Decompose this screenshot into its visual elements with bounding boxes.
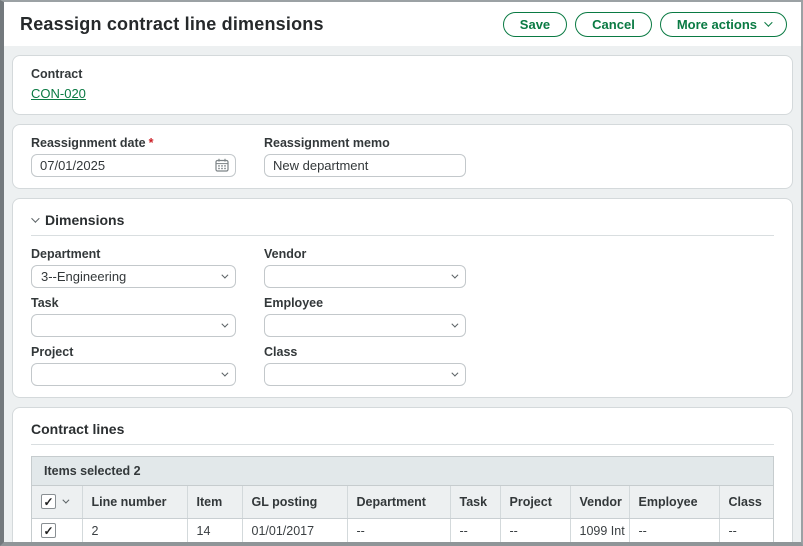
column-header-department[interactable]: Department — [347, 486, 450, 518]
reassignment-date-label: Reassignment date* — [31, 136, 236, 150]
cell-project: -- — [500, 518, 570, 543]
department-select[interactable]: 3--Engineering — [31, 265, 236, 288]
column-header-project[interactable]: Project — [500, 486, 570, 518]
calendar-icon[interactable] — [215, 158, 229, 172]
class-label: Class — [264, 345, 466, 359]
project-field: Project — [31, 345, 236, 386]
chevron-down-icon — [451, 321, 458, 328]
cell-line-number: 2 — [82, 518, 187, 543]
contract-lines-title: Contract lines — [31, 421, 124, 437]
column-header-employee[interactable]: Employee — [629, 486, 719, 518]
cell-gl-posting: 01/01/2017 — [242, 518, 347, 543]
dimensions-card: Dimensions Department 3--Engineering Ven… — [12, 198, 793, 398]
contract-label: Contract — [31, 67, 774, 81]
vendor-label: Vendor — [264, 247, 466, 261]
department-field: Department 3--Engineering — [31, 247, 236, 288]
department-select-value: 3--Engineering — [41, 269, 126, 284]
row-checkbox[interactable]: ✓ — [41, 523, 56, 538]
cancel-button-label: Cancel — [592, 17, 635, 32]
header-actions: Save Cancel More actions — [503, 12, 787, 37]
cell-item: 14 — [187, 518, 242, 543]
reassignment-date-field: Reassignment date* — [31, 136, 236, 177]
more-actions-label: More actions — [677, 17, 757, 32]
collapse-chevron-down-icon[interactable] — [31, 214, 39, 222]
save-button[interactable]: Save — [503, 12, 567, 37]
project-label: Project — [31, 345, 236, 359]
vendor-field: Vendor — [264, 247, 466, 288]
page-content: Contract CON-020 Reassignment date* — [4, 46, 801, 546]
department-label: Department — [31, 247, 236, 261]
chevron-down-icon — [451, 370, 458, 377]
table-row[interactable]: ✓ 2 14 01/01/2017 -- -- -- 1099 Int -- -… — [32, 518, 773, 543]
class-select[interactable] — [264, 363, 466, 386]
chevron-down-icon — [221, 272, 228, 279]
cell-department: -- — [347, 518, 450, 543]
column-header-gl-posting[interactable]: GL posting — [242, 486, 347, 518]
cancel-button[interactable]: Cancel — [575, 12, 652, 37]
cell-vendor: 1099 Int — [570, 518, 629, 543]
page-title: Reassign contract line dimensions — [20, 14, 324, 35]
select-menu-chevron-down-icon[interactable] — [62, 497, 69, 504]
column-header-line-number[interactable]: Line number — [82, 486, 187, 518]
page-header: Reassign contract line dimensions Save C… — [4, 2, 801, 46]
required-marker: * — [149, 136, 154, 150]
reassignment-card: Reassignment date* — [12, 124, 793, 189]
contract-card: Contract CON-020 — [12, 55, 793, 115]
divider — [31, 444, 774, 445]
reassignment-date-input[interactable] — [31, 154, 236, 177]
reassignment-memo-field: Reassignment memo — [264, 136, 466, 177]
contract-lines-table: ✓ Line number Item GL posting Department… — [32, 486, 773, 546]
items-selected-bar: Items selected 2 — [32, 457, 773, 486]
employee-field: Employee — [264, 296, 466, 337]
select-all-checkbox[interactable]: ✓ — [41, 494, 56, 509]
column-header-item[interactable]: Item — [187, 486, 242, 518]
dimensions-title: Dimensions — [45, 212, 124, 228]
table-header-row: ✓ Line number Item GL posting Department… — [32, 486, 773, 518]
cell-class: -- — [719, 518, 773, 543]
class-field: Class — [264, 345, 466, 386]
chevron-down-icon — [451, 272, 458, 279]
column-header-vendor[interactable]: Vendor — [570, 486, 629, 518]
chevron-down-icon — [221, 321, 228, 328]
reassignment-date-label-text: Reassignment date — [31, 136, 146, 150]
contract-link[interactable]: CON-020 — [31, 86, 86, 101]
cell-employee: -- — [629, 518, 719, 543]
project-select[interactable] — [31, 363, 236, 386]
contract-lines-card: Contract lines Items selected 2 — [12, 407, 793, 546]
task-field: Task — [31, 296, 236, 337]
employee-select[interactable] — [264, 314, 466, 337]
column-header-class[interactable]: Class — [719, 486, 773, 518]
reassignment-memo-label: Reassignment memo — [264, 136, 466, 150]
dimensions-section-header[interactable]: Dimensions — [31, 210, 774, 235]
cell-task: -- — [450, 518, 500, 543]
dimensions-grid: Department 3--Engineering Vendor Task — [31, 247, 774, 386]
vendor-select[interactable] — [264, 265, 466, 288]
app-window: Reassign contract line dimensions Save C… — [0, 0, 803, 546]
divider — [31, 235, 774, 236]
task-label: Task — [31, 296, 236, 310]
chevron-down-icon — [221, 370, 228, 377]
column-header-task[interactable]: Task — [450, 486, 500, 518]
reassignment-memo-input[interactable] — [264, 154, 466, 177]
contract-lines-table-wrap: Items selected 2 ✓ — [31, 456, 774, 546]
employee-label: Employee — [264, 296, 466, 310]
save-button-label: Save — [520, 17, 550, 32]
more-actions-button[interactable]: More actions — [660, 12, 787, 37]
chevron-down-icon — [764, 18, 772, 26]
contract-lines-section-header: Contract lines — [31, 419, 774, 444]
task-select[interactable] — [31, 314, 236, 337]
